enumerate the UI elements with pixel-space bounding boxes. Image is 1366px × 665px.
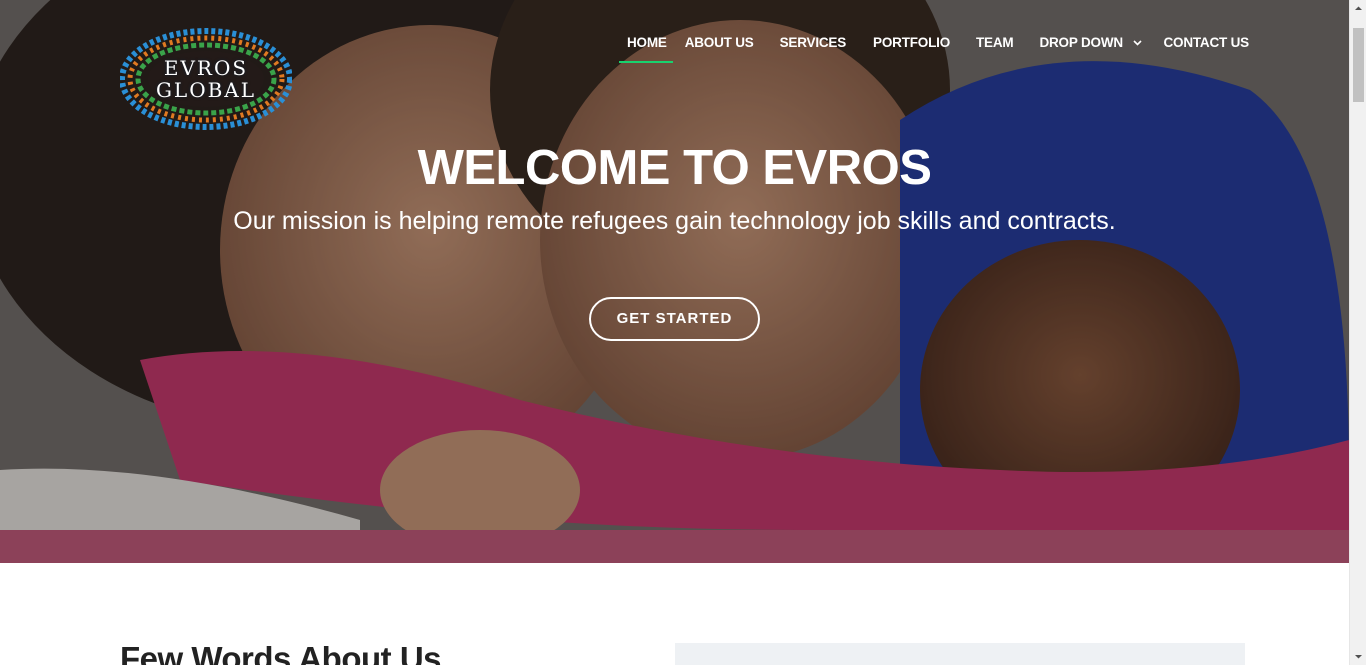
main-nav: HOME ABOUT US SERVICES PORTFOLIO TEAM DR…: [612, 34, 1249, 63]
hero-subtitle: Our mission is helping remote refugees g…: [233, 207, 1116, 235]
scrollbar-thumb[interactable]: [1353, 28, 1364, 102]
site-logo[interactable]: EVROS GLOBAL: [119, 28, 293, 130]
about-image: [675, 643, 1245, 665]
logo-text-line1: EVROS: [163, 56, 249, 80]
page-scrollbar[interactable]: [1349, 0, 1366, 665]
nav-contact-us[interactable]: CONTACT US: [1163, 34, 1249, 62]
chevron-down-icon: [1133, 40, 1143, 47]
nav-team[interactable]: TEAM: [976, 34, 1014, 62]
nav-drop-down-label: DROP DOWN: [1039, 35, 1123, 50]
hero-section: EVROS GLOBAL HOME ABOUT US SERVICES PORT…: [0, 0, 1349, 563]
get-started-button[interactable]: GET STARTED: [589, 297, 760, 341]
nav-drop-down[interactable]: DROP DOWN: [1039, 34, 1143, 62]
nav-home[interactable]: HOME: [619, 34, 673, 63]
scroll-up-arrow-icon[interactable]: [1350, 0, 1366, 17]
logo-text-line2: GLOBAL: [155, 78, 257, 102]
nav-services[interactable]: SERVICES: [780, 34, 847, 62]
hero-title: WELCOME TO EVROS: [417, 141, 932, 195]
scroll-down-arrow-icon[interactable]: [1350, 648, 1366, 665]
nav-about-us[interactable]: ABOUT US: [685, 34, 754, 62]
page: EVROS GLOBAL HOME ABOUT US SERVICES PORT…: [0, 0, 1349, 665]
about-section-title: Few Words About Us: [120, 640, 442, 665]
nav-portfolio[interactable]: PORTFOLIO: [873, 34, 950, 62]
